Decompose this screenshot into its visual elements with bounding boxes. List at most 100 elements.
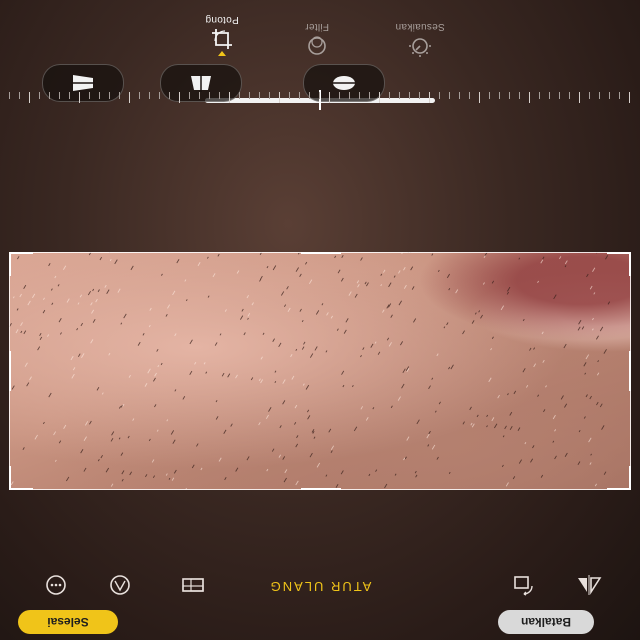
crop-handle-top[interactable] xyxy=(301,252,341,254)
flip-horizontal-icon xyxy=(578,575,602,595)
markup-icon xyxy=(110,575,130,595)
crop-action-bar: Batalkan Selesai ATUR ULANG xyxy=(0,570,640,640)
ruler-tick xyxy=(339,92,340,99)
ruler-tick xyxy=(209,92,210,99)
ruler-tick xyxy=(449,92,450,99)
ruler-tick xyxy=(129,92,130,103)
ruler-tick xyxy=(89,92,90,99)
ruler-tick xyxy=(619,92,620,99)
ruler-tick xyxy=(459,92,460,99)
aspect-ratio-button[interactable] xyxy=(178,570,208,600)
filter-icon xyxy=(308,36,326,55)
ruler-tick xyxy=(39,92,40,99)
ruler-tick xyxy=(629,92,630,103)
crop-handle-bottom-right[interactable] xyxy=(607,466,631,490)
crop-tools-row: ATUR ULANG xyxy=(0,570,640,600)
ruler-tick xyxy=(219,92,220,99)
aspect-ratio-icon xyxy=(182,578,204,592)
ruler-tick xyxy=(439,92,440,99)
ruler-tick xyxy=(599,92,600,99)
ruler-tick xyxy=(419,92,420,99)
ruler-tick xyxy=(569,92,570,99)
ruler-tick xyxy=(149,92,150,99)
ruler-tick xyxy=(379,92,380,103)
cancel-button[interactable]: Batalkan xyxy=(498,610,594,634)
ruler-tick xyxy=(429,92,430,103)
ruler-tick xyxy=(139,92,140,99)
markup-button[interactable] xyxy=(105,570,135,600)
ruler-tick xyxy=(289,92,290,99)
ruler-tick xyxy=(9,92,10,99)
ruler-tick xyxy=(229,92,230,103)
ruler-tick xyxy=(99,92,100,99)
more-button[interactable] xyxy=(41,570,71,600)
crop-frame xyxy=(9,252,631,490)
tab-adjust[interactable]: Sesuaikan xyxy=(380,21,460,58)
ruler-tick xyxy=(249,92,250,99)
ruler-tick xyxy=(269,92,270,99)
ruler-tick xyxy=(159,92,160,99)
ruler-tick xyxy=(299,92,300,99)
straighten-ruler[interactable] xyxy=(9,90,630,110)
crop-handle-top-right[interactable] xyxy=(607,252,631,276)
crop-handle-right[interactable] xyxy=(629,351,631,391)
ruler-tick xyxy=(519,92,520,99)
ruler-tick xyxy=(359,92,360,99)
tab-filter-label: Filter xyxy=(304,21,330,32)
ruler-tick xyxy=(79,92,80,103)
ruler-tick xyxy=(179,92,180,103)
ruler-tick xyxy=(59,92,60,99)
crop-handle-left[interactable] xyxy=(9,351,11,391)
ruler-tick xyxy=(529,92,530,103)
ruler-tick xyxy=(119,92,120,99)
ruler-tick xyxy=(259,92,260,99)
ruler-tick xyxy=(169,92,170,99)
tab-crop-label: Potong xyxy=(205,14,239,25)
reset-button[interactable]: ATUR ULANG xyxy=(240,579,400,594)
ruler-tick xyxy=(369,92,370,99)
tab-crop[interactable]: Potong xyxy=(182,14,262,58)
ruler-tick xyxy=(109,92,110,99)
more-icon xyxy=(46,575,66,595)
ruler-tick xyxy=(499,92,500,99)
crop-handle-top-left[interactable] xyxy=(9,252,33,276)
ruler-tick xyxy=(319,92,320,99)
done-button[interactable]: Selesai xyxy=(18,610,118,634)
active-tab-indicator xyxy=(218,51,226,56)
tab-adjust-label: Sesuaikan xyxy=(395,21,445,32)
ruler-tick xyxy=(589,92,590,99)
crop-area[interactable] xyxy=(9,252,631,490)
ruler-tick xyxy=(189,92,190,99)
ruler-tick xyxy=(349,92,350,99)
rotate-icon xyxy=(514,576,533,596)
ruler-tick xyxy=(279,92,280,103)
adjust-dial-icon xyxy=(409,38,431,57)
ruler-tick xyxy=(479,92,480,103)
ruler-tick xyxy=(199,92,200,99)
ruler-tick xyxy=(469,92,470,99)
ruler-tick xyxy=(399,92,400,99)
ruler-tick xyxy=(309,92,310,99)
flip-button[interactable] xyxy=(574,570,604,600)
ruler-tick xyxy=(69,92,70,99)
crop-handle-bottom[interactable] xyxy=(301,488,341,490)
ruler-tick xyxy=(549,92,550,99)
ruler-tick xyxy=(389,92,390,99)
ruler-tick xyxy=(19,92,20,99)
ruler-tick xyxy=(509,92,510,99)
tab-filter[interactable]: Filter xyxy=(277,21,357,58)
ruler-tick xyxy=(609,92,610,99)
ruler-tick xyxy=(329,92,330,103)
ruler-tick xyxy=(579,92,580,103)
crop-rotate-icon xyxy=(212,29,232,49)
ruler-tick xyxy=(49,92,50,99)
ruler-tick xyxy=(539,92,540,99)
rotate-button[interactable] xyxy=(508,570,538,600)
ruler-tick xyxy=(559,92,560,99)
tool-tabs: Sesuaikan Filter Potong xyxy=(0,0,640,58)
ruler-tick xyxy=(489,92,490,99)
crop-handle-bottom-left[interactable] xyxy=(9,466,33,490)
ruler-tick xyxy=(239,92,240,99)
ruler-tick xyxy=(29,92,30,103)
straighten-ruler-wrap: Sesuaikan Filter Potong xyxy=(0,0,640,130)
